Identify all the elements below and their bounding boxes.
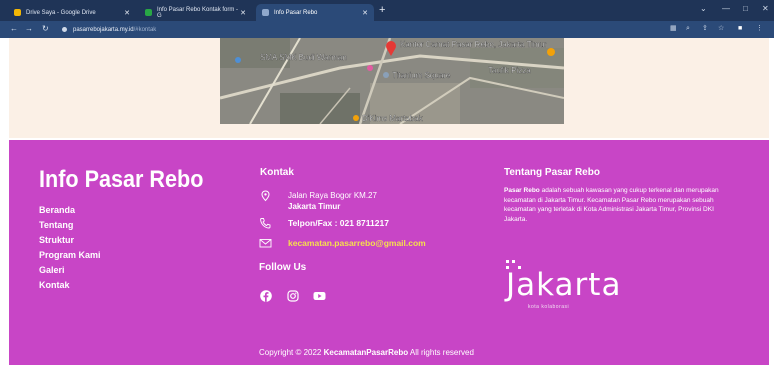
about-lead: Pasar Rebo [504,187,540,194]
new-tab-button[interactable]: + [379,5,385,16]
facebook-icon[interactable] [259,289,272,302]
browser-tab-bar: Drive Saya - Google Drive ✕ Info Pasar R… [0,0,774,21]
bookmark-star-icon[interactable]: ☆ [718,24,724,34]
page-favicon-icon [262,9,269,16]
phone-icon [260,218,271,229]
map-label: SMA SMK Budi Warman [260,53,347,62]
extension-icon[interactable]: ▦ [670,24,677,34]
follow-us-title: Follow Us [259,262,307,273]
google-drive-icon [14,9,21,16]
social-links [259,289,340,302]
close-icon[interactable]: ✕ [124,9,130,17]
address-line-1: Jalan Raya Bogor KM.27 [288,191,377,200]
location-pin-icon [261,190,270,202]
map-label: D'Kims Martabak [362,114,424,123]
email-link[interactable]: kecamatan.pasarrebo@gmail.com [288,237,426,249]
about-text: Pasar Rebo adalah sebuah kawasan yang cu… [504,186,719,224]
contact-email: kecamatan.pasarrebo@gmail.com [259,237,426,249]
site-footer: Info Pasar Rebo Beranda Tentang Struktur… [9,140,769,365]
footer-brand[interactable]: Info Pasar Rebo [39,166,203,194]
tab-info-pasar-rebo[interactable]: Info Pasar Rebo ✕ [256,4,374,21]
copyright-owner: KecamatanPasarRebo [323,348,409,357]
nav-link-struktur[interactable]: Struktur [39,233,101,248]
tab-kontak-form[interactable]: Info Pasar Rebo Kontak form - G ✕ [139,4,252,21]
map-label: Titanium Square [392,71,451,80]
share-icon[interactable]: ⇪ [702,24,708,34]
close-icon[interactable]: ✕ [362,9,368,17]
tab-title: Drive Saya - Google Drive [26,9,96,16]
address-bar: ← → ↻ pasarrebojakarta.my.id/#kontak ▦ ⌕… [0,21,774,38]
contact-address: Jalan Raya Bogor KM.27 Jakarta Timur [259,190,377,212]
back-icon[interactable]: ← [10,24,18,34]
map-image: SMA SMK Budi Warman Kantor Camat Pasar R… [220,38,564,124]
phone-number: Telpon/Fax : 021 8711217 [288,218,389,228]
nav-link-tentang[interactable]: Tentang [39,218,101,233]
window-close-button[interactable]: ✕ [762,4,769,13]
footer-nav: Beranda Tentang Struktur Program Kami Ga… [39,203,101,293]
about-title: Tentang Pasar Rebo [504,167,600,178]
jakarta-logo-word: Jakarta [506,267,622,303]
nav-link-kontak[interactable]: Kontak [39,278,101,293]
youtube-icon[interactable] [313,289,326,302]
chevron-down-icon[interactable]: ⌄ [700,4,707,13]
close-icon[interactable]: ✕ [240,9,246,17]
url-field[interactable]: pasarrebojakarta.my.id/#kontak [62,24,642,35]
jakarta-logo-tagline: kota kolaborasi [528,304,570,310]
google-forms-icon [145,9,152,16]
nav-link-program-kami[interactable]: Program Kami [39,248,101,263]
zoom-icon[interactable]: ⌕ [686,24,690,34]
copyright: Copyright © 2022 KecamatanPasarRebo All … [259,348,474,357]
contact-phone: Telpon/Fax : 021 8711217 [259,217,389,229]
copyright-suffix: All rights reserved [408,348,474,357]
forward-icon[interactable]: → [25,24,33,34]
embedded-map[interactable]: SMA SMK Budi Warman Kantor Camat Pasar R… [220,38,564,124]
maximize-button[interactable]: □ [743,4,748,13]
url-host: pasarrebojakarta.my.id [73,26,134,33]
reload-icon[interactable]: ↻ [42,24,49,34]
minimize-button[interactable]: — [722,4,730,13]
tab-google-drive[interactable]: Drive Saya - Google Drive ✕ [8,4,136,21]
tab-title: Info Pasar Rebo [274,9,318,16]
contact-title: Kontak [260,167,294,178]
lock-icon [62,27,67,32]
tab-title: Info Pasar Rebo Kontak form - G [157,6,239,19]
sidebar-icon[interactable]: ■ [738,24,742,34]
instagram-icon[interactable] [286,289,299,302]
copyright-prefix: Copyright © 2022 [259,348,324,357]
map-label: Taufik Pizza [488,66,531,75]
address-line-2: Jakarta Timur [288,202,341,211]
menu-icon[interactable]: ⋮ [756,24,763,34]
map-label: Kantor Camat Pasar Rebo, Jakarta Timur [400,40,547,49]
url-path: /#kontak [133,26,157,33]
nav-link-galeri[interactable]: Galeri [39,263,101,278]
nav-link-beranda[interactable]: Beranda [39,203,101,218]
envelope-icon [259,239,272,248]
